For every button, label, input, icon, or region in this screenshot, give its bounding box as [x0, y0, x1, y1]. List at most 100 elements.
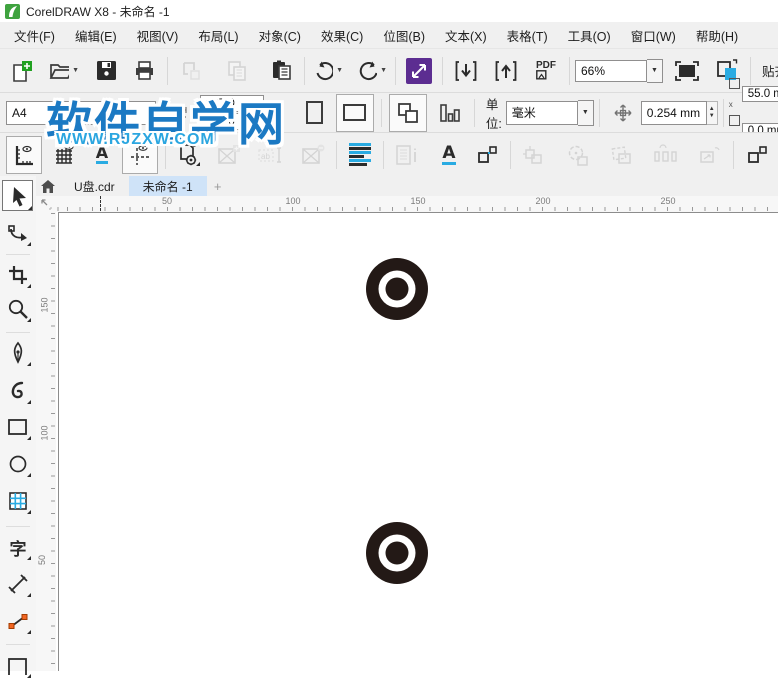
vertical-ruler[interactable]: 150 100 50: [36, 212, 57, 671]
units-combo: 毫米 ▼: [505, 99, 594, 126]
toolbox-divider: [6, 254, 30, 255]
menu-bitmaps[interactable]: 位图(B): [373, 22, 435, 49]
print-button[interactable]: [128, 54, 160, 88]
menu-window[interactable]: 窗口(W): [621, 22, 686, 49]
align-distribute-button: [518, 138, 550, 172]
undo-dropdown-arrow[interactable]: ▼: [336, 67, 343, 74]
paste-button[interactable]: [265, 54, 297, 88]
shape-tool[interactable]: [5, 220, 31, 246]
canvas-shapes: [366, 258, 428, 584]
rectangle-tool[interactable]: [5, 414, 31, 440]
ruler-origin-button[interactable]: [36, 196, 56, 212]
menu-table[interactable]: 表格(T): [497, 22, 558, 49]
document-tab-untitled[interactable]: 未命名 -1: [128, 176, 207, 196]
current-page-button[interactable]: [431, 94, 467, 132]
units-label: 单位:: [485, 97, 502, 131]
standard-toolbar: ▼ ▼ ▼ PDF 66% ▼ 贴: [0, 48, 778, 92]
distribute-button: [650, 138, 682, 172]
node-align2-icon: [748, 145, 767, 163]
all-pages-button[interactable]: [388, 93, 427, 132]
ruler-toggle-icon: [15, 145, 33, 165]
pdf-publish-button[interactable]: PDF: [530, 54, 562, 88]
zoom-level-input[interactable]: [575, 59, 647, 82]
coreldraw-logo-icon: [5, 3, 20, 19]
workspace: 字 U盘.cdr 未命名 -1 + 50 100 150 200 250 150…: [0, 176, 778, 678]
toolbar-separator: [395, 56, 396, 85]
toolbar-separator: [167, 56, 168, 85]
drawing-canvas[interactable]: [56, 212, 778, 671]
node-align-button[interactable]: [471, 138, 503, 172]
node-align2-button[interactable]: [741, 138, 773, 172]
ellipse-tool[interactable]: [5, 451, 31, 477]
menu-object[interactable]: 对象(C): [249, 22, 311, 49]
rotate-button: [562, 138, 594, 172]
toolbar-separator: [569, 56, 570, 85]
all-pages-icon: [397, 102, 418, 123]
toolbar-separator: [442, 56, 443, 85]
bullseye-bottom[interactable]: [366, 522, 428, 584]
text-tool[interactable]: 字: [5, 534, 31, 560]
crop-tool[interactable]: [5, 262, 31, 288]
zoom-tool[interactable]: [5, 296, 31, 322]
landscape-button[interactable]: [335, 93, 374, 132]
menu-tools[interactable]: 工具(O): [558, 22, 621, 49]
node-align-icon: [478, 145, 497, 163]
graph-paper-tool[interactable]: [5, 488, 31, 514]
copy-button: [221, 54, 253, 88]
import-button[interactable]: [450, 54, 482, 88]
fullscreen-preview-button[interactable]: [671, 54, 703, 88]
new-tab-button[interactable]: +: [207, 176, 229, 196]
app-launch-button[interactable]: [403, 54, 435, 88]
nudge-input[interactable]: [640, 100, 707, 125]
save-button[interactable]: [90, 54, 122, 88]
bullseye-top[interactable]: [366, 258, 428, 320]
pdf-label: PDF: [536, 60, 556, 71]
toolbox-divider: [6, 644, 30, 645]
redo-button[interactable]: ▼: [356, 54, 388, 88]
ruler-origin-icon: [41, 199, 52, 210]
text-align-button[interactable]: [344, 138, 376, 172]
nudge-spinner[interactable]: ▲ ▼: [706, 100, 718, 125]
home-tab-button[interactable]: [36, 176, 60, 196]
toolbar-separator: [722, 98, 724, 127]
edit-text2-button[interactable]: A: [433, 138, 465, 172]
ruler-toggle-button[interactable]: [6, 135, 42, 174]
toolbar-separator: [380, 98, 382, 127]
current-page-icon: [440, 103, 460, 122]
menu-edit[interactable]: 编辑(E): [65, 22, 127, 49]
menu-bar: 文件(F) 编辑(E) 视图(V) 布局(L) 对象(C) 效果(C) 位图(B…: [0, 22, 778, 48]
menu-layout[interactable]: 布局(L): [188, 22, 248, 49]
menu-file[interactable]: 文件(F): [4, 22, 65, 49]
home-icon: [41, 179, 55, 193]
duplicate-x-input[interactable]: [741, 86, 778, 102]
pen-tool[interactable]: [5, 340, 31, 366]
toolbar-separator: [383, 140, 384, 169]
menu-text[interactable]: 文本(X): [435, 22, 497, 49]
curve-tool[interactable]: [5, 378, 31, 404]
connector-tool[interactable]: [5, 608, 31, 634]
pick-tool[interactable]: [2, 180, 33, 211]
toolbar-separator: [598, 98, 600, 127]
zoom-level-combo: ▼: [575, 58, 663, 83]
export-button[interactable]: [490, 54, 522, 88]
document-info-button: [391, 138, 423, 172]
units-value[interactable]: 毫米: [505, 100, 578, 125]
horizontal-ruler[interactable]: 50 100 150 200 250: [56, 196, 778, 213]
redo-dropdown-arrow[interactable]: ▼: [380, 67, 387, 74]
document-tab-udisk[interactable]: U盘.cdr: [60, 176, 129, 196]
open-button[interactable]: ▼: [48, 54, 80, 88]
dimension-tool[interactable]: [5, 571, 31, 597]
zoom-level-dropdown[interactable]: ▼: [647, 58, 663, 83]
units-dropdown[interactable]: ▼: [577, 99, 594, 126]
undo-button[interactable]: ▼: [312, 54, 344, 88]
text-align-icon: [349, 142, 371, 167]
menu-effects[interactable]: 效果(C): [311, 22, 373, 49]
portrait-button[interactable]: [298, 94, 332, 132]
fill-tool[interactable]: [5, 652, 31, 678]
menu-help[interactable]: 帮助(H): [686, 22, 748, 49]
menu-view[interactable]: 视图(V): [127, 22, 189, 49]
new-document-button[interactable]: [6, 54, 38, 88]
text-frame-remove-button: [297, 138, 329, 172]
open-dropdown-arrow[interactable]: ▼: [72, 67, 79, 74]
toolbox: 字: [0, 176, 37, 678]
